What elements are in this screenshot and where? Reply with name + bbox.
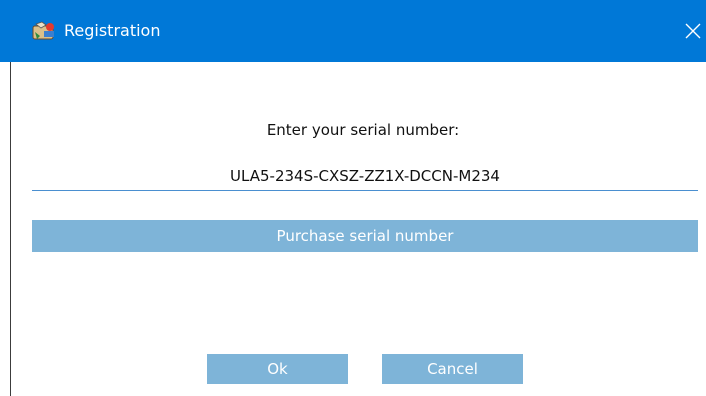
serial-number-input[interactable] <box>32 162 698 191</box>
window-title: Registration <box>64 21 161 40</box>
ok-button[interactable]: Ok <box>207 354 348 384</box>
registration-app-icon <box>32 20 58 42</box>
close-icon <box>685 23 701 39</box>
purchase-serial-button[interactable]: Purchase serial number <box>32 220 698 252</box>
window-left-border <box>10 62 11 396</box>
title-bar: Registration <box>0 0 706 62</box>
serial-prompt-label: Enter your serial number: <box>266 121 460 139</box>
cancel-button[interactable]: Cancel <box>382 354 523 384</box>
close-button[interactable] <box>678 14 706 48</box>
